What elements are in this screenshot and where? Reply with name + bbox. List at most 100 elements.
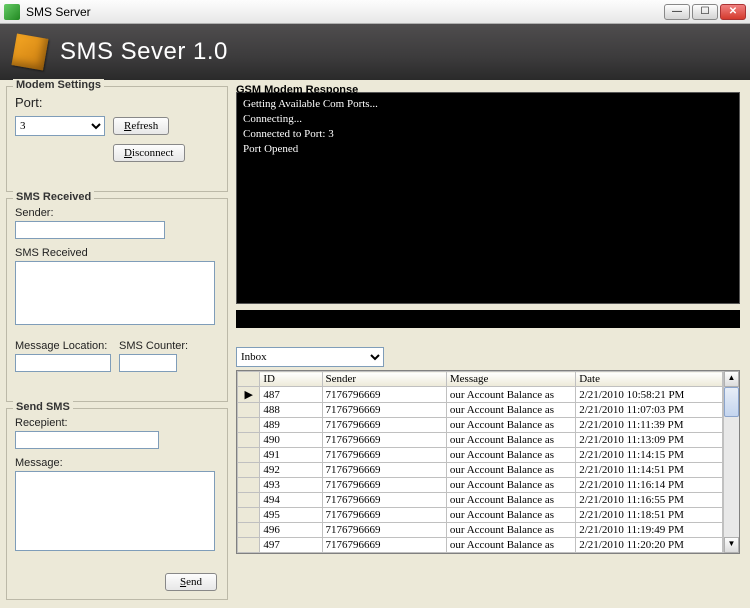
close-button[interactable]: ✕ xyxy=(720,4,746,20)
cell-sender[interactable]: 7176796669 xyxy=(322,433,446,448)
cell-sender[interactable]: 7176796669 xyxy=(322,508,446,523)
cell-sender[interactable]: 7176796669 xyxy=(322,478,446,493)
cell-id[interactable]: 488 xyxy=(260,403,322,418)
cell-marker[interactable] xyxy=(238,433,260,448)
cell-message[interactable]: our Account Balance as xyxy=(446,493,575,508)
cell-id[interactable]: 497 xyxy=(260,538,322,553)
table-row[interactable]: 4977176796669our Account Balance as2/21/… xyxy=(238,538,723,553)
table-row[interactable]: 4947176796669our Account Balance as2/21/… xyxy=(238,493,723,508)
cell-marker[interactable] xyxy=(238,418,260,433)
table-row[interactable]: 4957176796669our Account Balance as2/21/… xyxy=(238,508,723,523)
gsm-response-title: GSM Modem Response xyxy=(236,84,358,96)
cell-date[interactable]: 2/21/2010 11:18:51 PM xyxy=(576,508,723,523)
cell-sender[interactable]: 7176796669 xyxy=(322,553,446,554)
cell-date[interactable]: 2/21/2010 11:14:15 PM xyxy=(576,448,723,463)
cell-sender[interactable]: 7176796669 xyxy=(322,538,446,553)
table-row[interactable]: 4897176796669our Account Balance as2/21/… xyxy=(238,418,723,433)
folder-combo[interactable]: Inbox xyxy=(236,347,384,367)
cell-sender[interactable]: 7176796669 xyxy=(322,387,446,403)
cell-sender[interactable]: 7176796669 xyxy=(322,403,446,418)
cell-message[interactable]: our Account Balance as xyxy=(446,508,575,523)
scroll-down-icon[interactable]: ▼ xyxy=(724,537,739,553)
table-row[interactable]: ▶4877176796669our Account Balance as2/21… xyxy=(238,387,723,403)
cell-date[interactable]: 2/21/2010 11:16:55 PM xyxy=(576,493,723,508)
cell-date[interactable]: 2/21/2010 11:14:51 PM xyxy=(576,463,723,478)
sms-body-text[interactable] xyxy=(15,261,215,325)
cell-marker[interactable]: ▶ xyxy=(238,387,260,403)
table-row[interactable]: 4927176796669our Account Balance as2/21/… xyxy=(238,463,723,478)
cell-message[interactable]: our Account Balance as xyxy=(446,463,575,478)
grid-scrollbar[interactable]: ▲ ▼ xyxy=(723,371,739,553)
cell-message[interactable]: our Account Balance as xyxy=(446,523,575,538)
cell-id[interactable]: 495 xyxy=(260,508,322,523)
table-row[interactable]: 4887176796669our Account Balance as2/21/… xyxy=(238,403,723,418)
disconnect-button[interactable]: Disconnect xyxy=(113,144,185,162)
table-row[interactable]: 4987176796669our Account Balance as2/21/… xyxy=(238,553,723,554)
gsm-response-box[interactable]: Getting Available Com Ports...Connecting… xyxy=(236,92,740,304)
cell-id[interactable]: 494 xyxy=(260,493,322,508)
cell-sender[interactable]: 7176796669 xyxy=(322,418,446,433)
cell-message[interactable]: our Account Balance as xyxy=(446,538,575,553)
grid-column-header[interactable] xyxy=(238,372,260,387)
cell-marker[interactable] xyxy=(238,478,260,493)
cell-marker[interactable] xyxy=(238,508,260,523)
cell-message[interactable]: our Account Balance as xyxy=(446,387,575,403)
scroll-thumb[interactable] xyxy=(724,387,739,417)
cell-date[interactable]: 2/21/2010 11:13:09 PM xyxy=(576,433,723,448)
grid-column-header[interactable]: Sender xyxy=(322,372,446,387)
recipient-input[interactable] xyxy=(15,431,159,449)
grid-column-header[interactable]: Message xyxy=(446,372,575,387)
cell-message[interactable]: our Account Balance as xyxy=(446,433,575,448)
sms-counter-input[interactable] xyxy=(119,354,177,372)
cell-id[interactable]: 492 xyxy=(260,463,322,478)
cell-date[interactable]: 2/21/2010 11:24:19 PM xyxy=(576,553,723,554)
cell-marker[interactable] xyxy=(238,493,260,508)
modem-settings-title: Modem Settings xyxy=(13,79,104,91)
refresh-button[interactable]: Refresh xyxy=(113,117,169,135)
cell-id[interactable]: 489 xyxy=(260,418,322,433)
cell-marker[interactable] xyxy=(238,523,260,538)
scroll-up-icon[interactable]: ▲ xyxy=(724,371,739,387)
grid-column-header[interactable]: ID xyxy=(260,372,322,387)
table-row[interactable]: 4917176796669our Account Balance as2/21/… xyxy=(238,448,723,463)
grid-column-header[interactable]: Date xyxy=(576,372,723,387)
cell-date[interactable]: 2/21/2010 10:58:21 PM xyxy=(576,387,723,403)
cell-message[interactable]: our Account Balance as xyxy=(446,478,575,493)
cell-sender[interactable]: 7176796669 xyxy=(322,493,446,508)
messages-grid[interactable]: IDSenderMessageDate ▶4877176796669our Ac… xyxy=(236,370,740,554)
cell-id[interactable]: 487 xyxy=(260,387,322,403)
cell-marker[interactable] xyxy=(238,463,260,478)
cell-id[interactable]: 493 xyxy=(260,478,322,493)
cell-message[interactable]: our Account Balance as xyxy=(446,403,575,418)
sender-input[interactable] xyxy=(15,221,165,239)
port-combo[interactable]: 3 xyxy=(15,116,105,136)
cell-date[interactable]: 2/21/2010 11:16:14 PM xyxy=(576,478,723,493)
cell-date[interactable]: 2/21/2010 11:11:39 PM xyxy=(576,418,723,433)
table-row[interactable]: 4967176796669our Account Balance as2/21/… xyxy=(238,523,723,538)
cell-message[interactable]: our Account Balance as xyxy=(446,553,575,554)
cell-sender[interactable]: 7176796669 xyxy=(322,523,446,538)
cell-id[interactable]: 490 xyxy=(260,433,322,448)
cell-id[interactable]: 498 xyxy=(260,553,322,554)
table-row[interactable]: 4907176796669our Account Balance as2/21/… xyxy=(238,433,723,448)
cell-id[interactable]: 496 xyxy=(260,523,322,538)
cell-date[interactable]: 2/21/2010 11:20:20 PM xyxy=(576,538,723,553)
cell-message[interactable]: our Account Balance as xyxy=(446,448,575,463)
cell-date[interactable]: 2/21/2010 11:07:03 PM xyxy=(576,403,723,418)
table-row[interactable]: 4937176796669our Account Balance as2/21/… xyxy=(238,478,723,493)
cell-date[interactable]: 2/21/2010 11:19:49 PM xyxy=(576,523,723,538)
cell-marker[interactable] xyxy=(238,553,260,554)
cell-sender[interactable]: 7176796669 xyxy=(322,448,446,463)
cell-id[interactable]: 491 xyxy=(260,448,322,463)
send-button[interactable]: Send xyxy=(165,573,217,591)
cell-marker[interactable] xyxy=(238,538,260,553)
cell-sender[interactable]: 7176796669 xyxy=(322,463,446,478)
cell-marker[interactable] xyxy=(238,403,260,418)
maximize-button[interactable]: ☐ xyxy=(692,4,718,20)
workspace: Modem Settings Port: 3 Refresh Disconnec… xyxy=(0,80,750,608)
cell-marker[interactable] xyxy=(238,448,260,463)
minimize-button[interactable]: — xyxy=(664,4,690,20)
message-text[interactable] xyxy=(15,471,215,551)
msg-location-input[interactable] xyxy=(15,354,111,372)
cell-message[interactable]: our Account Balance as xyxy=(446,418,575,433)
